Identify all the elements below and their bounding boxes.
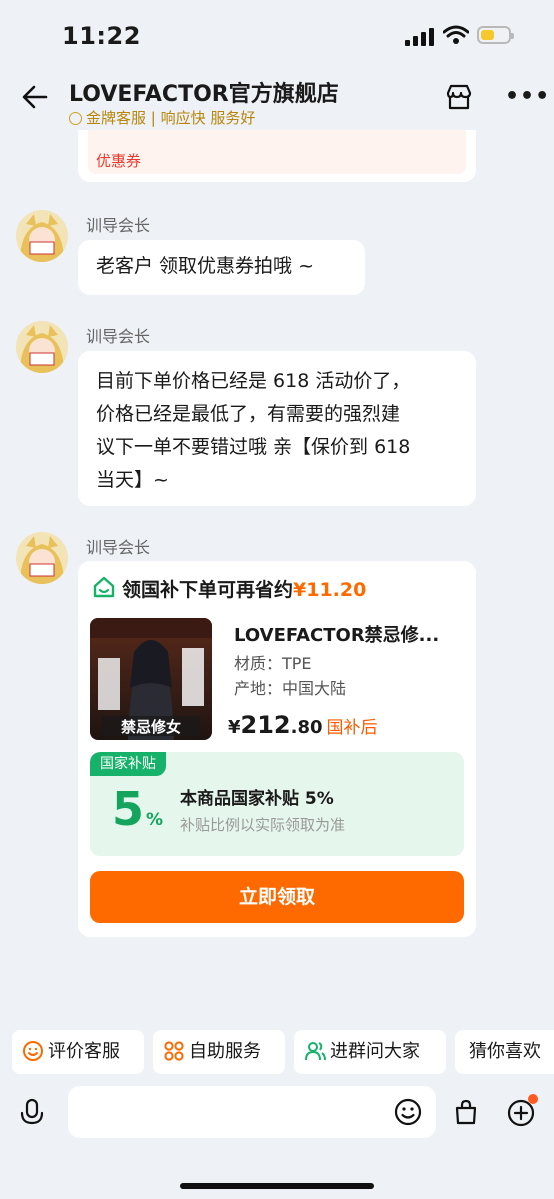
microphone-icon[interactable] [18,1098,46,1128]
grid-icon [164,1041,184,1061]
message-input-bar [0,1086,554,1142]
smiley-icon [23,1041,43,1061]
cellular-signal-icon [405,28,434,46]
message-text-line: 议下一单不要错过哦 亲【保价到 618 [96,436,411,458]
subsidy-percent-value: 5 [112,782,145,836]
product-price: ¥212.80 国补后 [228,711,378,739]
card-title-text: 领国补下单可再省约 [122,579,294,601]
agent-avatar[interactable] [16,532,68,584]
chip-label: 猜你喜欢 [469,1041,541,1062]
agent-avatar[interactable] [16,321,68,373]
subsidy-title: 本商品国家补贴 5% [180,789,334,809]
price-decimal: .80 [290,717,323,738]
quick-actions-bar: 评价客服 自助服务 进群问大家 猜你喜欢 [0,1030,554,1074]
coupon-label: 优惠券 [96,152,142,170]
gold-medal-icon [69,112,82,125]
subsidy-note: 补贴比例以实际领取为准 [180,816,346,834]
card-title: 领国补下单可再省约¥11.20 [122,575,366,602]
message-sender: 训导会长 [86,327,151,346]
message-bubble: 老客户 领取优惠券拍哦 ~ [78,240,365,295]
wifi-icon [443,25,469,44]
quick-action-rate-service[interactable]: 评价客服 [12,1030,144,1074]
price-tag: 国补后 [326,718,378,738]
message-input[interactable] [68,1086,436,1138]
quick-action-self-service[interactable]: 自助服务 [153,1030,285,1074]
shop-subtitle-text: 金牌客服 | 响应快 服务好 [86,109,256,127]
chip-label: 进群问大家 [330,1041,420,1062]
savings-amount: ¥11.20 [293,579,367,601]
notification-dot [528,1094,538,1104]
green-house-icon [93,576,115,598]
subsidy-label: 国家补贴 [90,752,166,776]
product-material: 材质：TPE [234,654,312,673]
message-text: 老客户 领取优惠券拍哦 ~ [96,255,314,277]
back-arrow-icon[interactable] [20,82,50,112]
shop-name[interactable]: LOVEFACTOR官方旗舰店 [69,76,339,108]
message-text-line: 当天】~ [96,469,169,491]
quick-action-join-group[interactable]: 进群问大家 [294,1030,446,1074]
message-text-line: 价格已经是最低了，有需要的强烈建 [96,403,401,425]
store-icon[interactable] [444,82,474,112]
status-time: 11:22 [62,22,141,50]
message-text-line: 目前下单价格已经是 618 活动价了， [96,370,411,392]
subsidy-card[interactable]: 领国补下单可再省约¥11.20 禁忌修女 LOVEFACTOR禁忌修... 材质… [78,561,476,937]
product-image-caption: 禁忌修女 [121,718,181,736]
chip-label: 评价客服 [48,1041,120,1062]
message-bubble: 目前下单价格已经是 618 活动价了， 价格已经是最低了，有需要的强烈建 议下一… [78,351,476,506]
agent-avatar[interactable] [16,210,68,262]
chat-header: LOVEFACTOR官方旗舰店 金牌客服 | 响应快 服务好 ••• [0,70,554,132]
price-integer: 212 [240,711,291,739]
subsidy-percent-unit: % [146,810,164,830]
chip-label: 自助服务 [189,1041,261,1062]
emoji-icon[interactable] [394,1098,422,1126]
shopping-bag-icon[interactable] [452,1098,480,1126]
product-image[interactable]: 禁忌修女 [90,618,212,740]
national-subsidy-box: 国家补贴 5% 本商品国家补贴 5% 补贴比例以实际领取为准 [90,752,464,856]
price-currency: ¥ [228,717,241,738]
message-sender: 训导会长 [86,538,151,557]
shop-service-subtitle: 金牌客服 | 响应快 服务好 [69,107,255,128]
quick-action-guess-you-like[interactable]: 猜你喜欢 [455,1030,554,1074]
subsidy-percent: 5% [112,782,163,836]
product-origin: 产地：中国大陆 [234,679,347,698]
status-bar: 11:22 [0,0,554,70]
group-users-icon [305,1042,326,1061]
coupon-message-bubble[interactable]: 优惠券 [78,130,476,182]
more-options-icon[interactable]: ••• [505,85,549,109]
battery-icon [477,26,514,44]
product-name[interactable]: LOVEFACTOR禁忌修... [234,621,439,647]
claim-now-button[interactable]: 立即领取 [90,871,464,923]
home-indicator [180,1183,374,1189]
message-sender: 训导会长 [86,216,151,235]
